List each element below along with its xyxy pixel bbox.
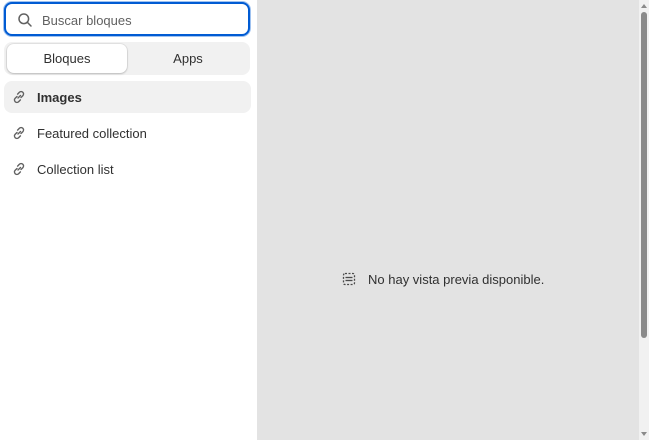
layout-empty-icon [342,272,356,286]
search-icon [18,13,32,27]
link-icon [13,162,25,176]
blocks-sidebar: Bloques Apps Images Featured collection [0,0,257,440]
block-item-label: Collection list [37,161,114,177]
preview-pane: No hay vista previa disponible. [257,0,639,440]
tab-bloques[interactable]: Bloques [7,44,127,73]
empty-preview-message: No hay vista previa disponible. [368,271,545,287]
tab-apps[interactable]: Apps [128,44,248,73]
link-icon [13,126,25,140]
block-item-featured-collection[interactable]: Featured collection [4,117,251,149]
search-box[interactable] [4,2,250,36]
block-picker: Bloques Apps Images Featured collection [0,0,649,440]
scroll-down-arrow-icon[interactable] [641,432,647,436]
block-item-collection-list[interactable]: Collection list [4,153,251,185]
search-input[interactable] [42,10,242,30]
scrollbar-thumb[interactable] [641,12,647,338]
blocks-list: Images Featured collection Collection li… [4,81,251,189]
tab-bar: Bloques Apps [4,42,250,75]
block-item-label: Images [37,89,82,105]
empty-preview-state: No hay vista previa disponible. [341,271,544,287]
vertical-scrollbar[interactable] [639,0,649,440]
block-item-images[interactable]: Images [4,81,251,113]
block-item-label: Featured collection [37,125,147,141]
link-icon [13,90,25,104]
scroll-up-arrow-icon[interactable] [641,4,647,8]
